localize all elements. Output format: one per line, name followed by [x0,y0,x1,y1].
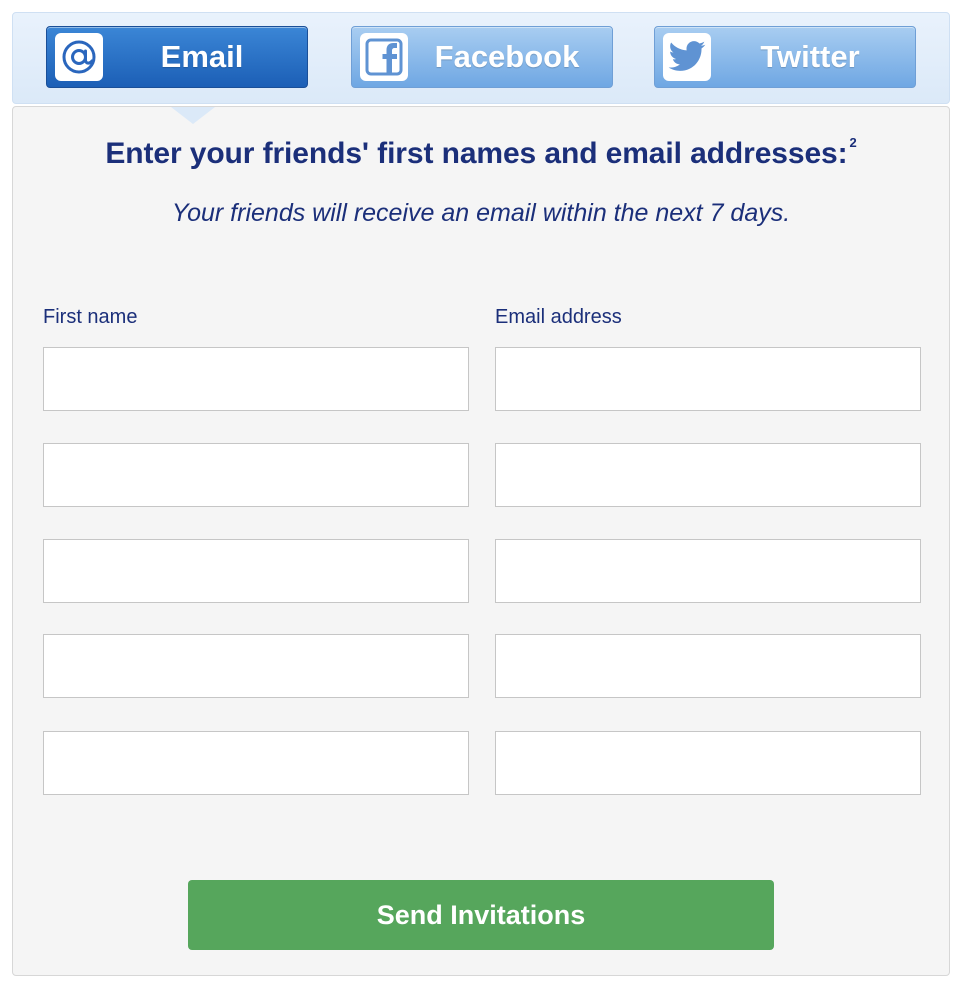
email-input-1[interactable] [495,347,921,411]
first-name-input-4[interactable] [43,634,469,698]
first-name-input-3[interactable] [43,539,469,603]
invite-form-panel: Enter your friends' first names and emai… [12,106,950,976]
share-tab-bar: Email Facebook Twitter [12,12,950,104]
form-subheading: Your friends will receive an email withi… [171,199,791,227]
at-sign-icon [55,33,103,81]
email-input-4[interactable] [495,634,921,698]
footnote-marker: 2 [849,135,857,150]
first-name-input-1[interactable] [43,347,469,411]
email-address-column-label: Email address [495,306,622,328]
first-name-input-2[interactable] [43,443,469,507]
tab-email[interactable]: Email [46,26,308,88]
email-input-5[interactable] [495,731,921,795]
form-heading: Enter your friends' first names and emai… [13,135,949,171]
facebook-icon [360,33,408,81]
tab-email-label: Email [160,39,244,74]
first-name-column-label: First name [43,306,138,328]
form-heading-text: Enter your friends' first names and emai… [105,137,848,170]
active-tab-pointer [171,107,215,124]
tab-facebook-label: Facebook [434,39,580,74]
email-input-3[interactable] [495,539,921,603]
tab-twitter-label: Twitter [760,39,860,74]
email-input-2[interactable] [495,443,921,507]
twitter-bird-icon [663,33,711,81]
send-invitations-button[interactable]: Send Invitations [188,880,774,950]
first-name-input-5[interactable] [43,731,469,795]
tab-facebook[interactable]: Facebook [351,26,613,88]
tab-twitter[interactable]: Twitter [654,26,916,88]
